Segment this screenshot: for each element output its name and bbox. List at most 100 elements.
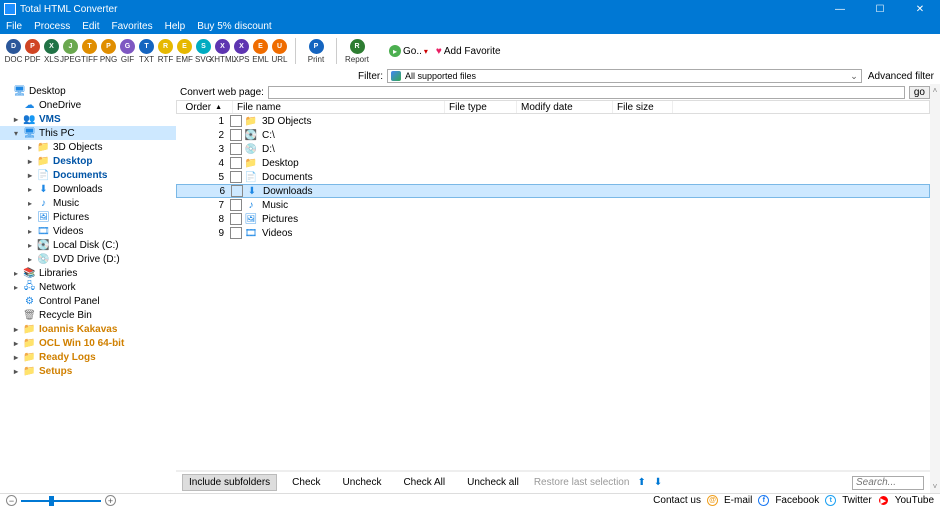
expand-icon[interactable]: ▸ <box>26 255 34 264</box>
check-all-button[interactable]: Check All <box>396 474 452 491</box>
restore-selection-button[interactable]: Restore last selection <box>534 477 630 488</box>
scroll-down-icon[interactable]: ˅ <box>933 482 938 491</box>
add-favorite-button[interactable]: ♥ Add Favorite <box>436 46 501 57</box>
tree-item-desktop[interactable]: 🖥Desktop <box>0 84 176 98</box>
close-button[interactable]: ✕ <box>900 0 940 18</box>
expand-icon[interactable]: ▸ <box>12 339 20 348</box>
expand-icon[interactable]: ▸ <box>26 157 34 166</box>
format-emf-button[interactable]: EEMF <box>175 39 194 64</box>
file-row-music[interactable]: 7♪Music <box>176 198 930 212</box>
menu-buy-5-discount[interactable]: Buy 5% discount <box>197 21 272 32</box>
format-png-button[interactable]: PPNG <box>99 39 118 64</box>
col-filesize[interactable]: File size <box>613 101 673 113</box>
row-checkbox[interactable] <box>230 143 242 155</box>
format-xhtml-button[interactable]: XXHTML <box>213 39 232 64</box>
expand-icon[interactable]: ▸ <box>12 353 20 362</box>
expand-icon[interactable]: ▾ <box>12 129 20 138</box>
check-button[interactable]: Check <box>285 474 327 491</box>
format-jpeg-button[interactable]: JJPEG <box>61 39 80 64</box>
menu-file[interactable]: File <box>6 21 22 32</box>
file-row-c-[interactable]: 2💽C:\ <box>176 128 930 142</box>
tree-item-setups[interactable]: ▸📁Setups <box>0 364 176 378</box>
expand-icon[interactable]: ▸ <box>26 241 34 250</box>
expand-icon[interactable]: ▸ <box>12 367 20 376</box>
format-rtf-button[interactable]: RRTF <box>156 39 175 64</box>
zoom-in-button[interactable]: + <box>105 495 116 506</box>
zoom-slider[interactable] <box>21 500 101 502</box>
go-button[interactable]: ▸ Go.. ▾ <box>389 45 428 57</box>
tree-item-desktop[interactable]: ▸📁Desktop <box>0 154 176 168</box>
zoom-out-button[interactable]: − <box>6 495 17 506</box>
contact-link[interactable]: Contact us <box>653 495 701 506</box>
col-order[interactable]: Order▲ <box>177 101 233 113</box>
format-xls-button[interactable]: XXLS <box>42 39 61 64</box>
row-checkbox[interactable] <box>230 115 242 127</box>
folder-tree[interactable]: 🖥Desktop☁OneDrive▸👥VMS▾🖥This PC▸📁3D Obje… <box>0 84 176 493</box>
tree-item-3d-objects[interactable]: ▸📁3D Objects <box>0 140 176 154</box>
expand-icon[interactable]: ▸ <box>12 325 20 334</box>
col-filename[interactable]: File name <box>233 101 445 113</box>
tree-item-recycle-bin[interactable]: 🗑Recycle Bin <box>0 308 176 322</box>
expand-icon[interactable]: ▸ <box>26 199 34 208</box>
tree-item-ocl-win-10-64-bit[interactable]: ▸📁OCL Win 10 64-bit <box>0 336 176 350</box>
twitter-link[interactable]: Twitter <box>842 495 871 506</box>
row-checkbox[interactable] <box>230 213 242 225</box>
youtube-link[interactable]: YouTube <box>895 495 934 506</box>
convert-go-button[interactable]: go <box>909 86 930 99</box>
zoom-thumb[interactable] <box>49 496 54 506</box>
move-up-button[interactable]: ⬆ <box>637 477 645 488</box>
file-row-pictures[interactable]: 8🖼Pictures <box>176 212 930 226</box>
search-input[interactable] <box>852 476 924 490</box>
tree-item-ioannis-kakavas[interactable]: ▸📁Ioannis Kakavas <box>0 322 176 336</box>
file-row-videos[interactable]: 9🎞Videos <box>176 226 930 240</box>
facebook-link[interactable]: Facebook <box>775 495 819 506</box>
filter-combo[interactable]: All supported files ⌄ <box>387 69 862 83</box>
format-url-button[interactable]: UURL <box>270 39 289 64</box>
tree-item-ready-logs[interactable]: ▸📁Ready Logs <box>0 350 176 364</box>
format-eml-button[interactable]: EEML <box>251 39 270 64</box>
email-link[interactable]: E-mail <box>724 495 752 506</box>
menu-process[interactable]: Process <box>34 21 70 32</box>
uncheck-button[interactable]: Uncheck <box>336 474 389 491</box>
tree-item-onedrive[interactable]: ☁OneDrive <box>0 98 176 112</box>
file-row-3d-objects[interactable]: 1📁3D Objects <box>176 114 930 128</box>
format-pdf-button[interactable]: PPDF <box>23 39 42 64</box>
expand-icon[interactable]: ▸ <box>26 185 34 194</box>
minimize-button[interactable]: — <box>820 0 860 18</box>
format-doc-button[interactable]: DDOC <box>4 39 23 64</box>
report-button[interactable]: R Report <box>343 39 371 64</box>
menu-help[interactable]: Help <box>165 21 186 32</box>
col-filetype[interactable]: File type <box>445 101 517 113</box>
file-row-desktop[interactable]: 4📁Desktop <box>176 156 930 170</box>
expand-icon[interactable]: ▸ <box>12 283 20 292</box>
tree-item-control-panel[interactable]: ⚙Control Panel <box>0 294 176 308</box>
row-checkbox[interactable] <box>230 199 242 211</box>
file-list[interactable]: 1📁3D Objects2💽C:\3💿D:\4📁Desktop5📄Documen… <box>176 114 930 471</box>
print-button[interactable]: P Print <box>302 39 330 64</box>
format-gif-button[interactable]: GGIF <box>118 39 137 64</box>
expand-icon[interactable]: ▸ <box>12 115 20 124</box>
col-modifydate[interactable]: Modify date <box>517 101 613 113</box>
preview-scrollbar[interactable]: ˄ ˅ <box>930 84 940 493</box>
expand-icon[interactable]: ▸ <box>26 227 34 236</box>
convert-url-input[interactable] <box>268 86 905 99</box>
tree-item-videos[interactable]: ▸🎞Videos <box>0 224 176 238</box>
row-checkbox[interactable] <box>230 157 242 169</box>
tree-item-pictures[interactable]: ▸🖼Pictures <box>0 210 176 224</box>
format-txt-button[interactable]: TTXT <box>137 39 156 64</box>
file-row-documents[interactable]: 5📄Documents <box>176 170 930 184</box>
tree-item-music[interactable]: ▸♪Music <box>0 196 176 210</box>
file-row-downloads[interactable]: 6⬇Downloads <box>176 184 930 198</box>
include-subfolders-button[interactable]: Include subfolders <box>182 474 277 491</box>
tree-item-vms[interactable]: ▸👥VMS <box>0 112 176 126</box>
format-xps-button[interactable]: XXPS <box>232 39 251 64</box>
row-checkbox[interactable] <box>231 185 243 197</box>
tree-item-documents[interactable]: ▸📄Documents <box>0 168 176 182</box>
expand-icon[interactable]: ▸ <box>12 269 20 278</box>
scroll-up-icon[interactable]: ˄ <box>933 86 938 95</box>
row-checkbox[interactable] <box>230 171 242 183</box>
tree-item-this-pc[interactable]: ▾🖥This PC <box>0 126 176 140</box>
advanced-filter-link[interactable]: Advanced filter <box>868 71 934 82</box>
tree-item-downloads[interactable]: ▸⬇Downloads <box>0 182 176 196</box>
expand-icon[interactable]: ▸ <box>26 171 34 180</box>
